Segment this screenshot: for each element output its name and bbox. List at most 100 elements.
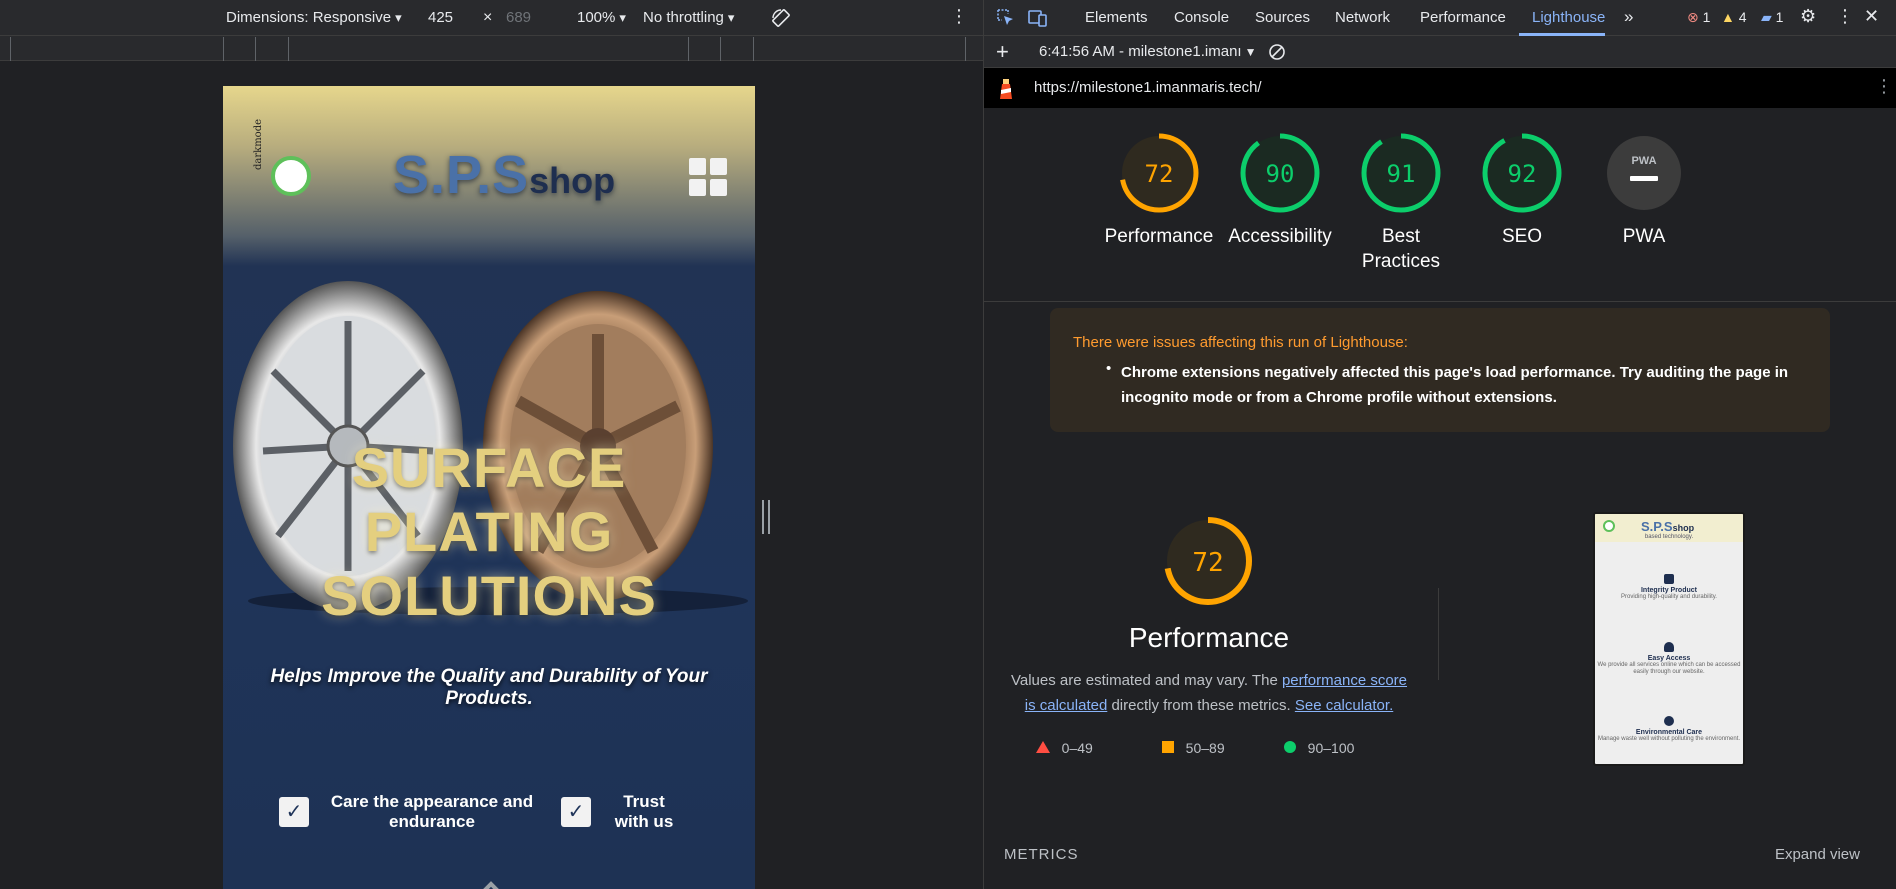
ruler-tick <box>965 37 966 61</box>
ruler-tick <box>255 37 256 61</box>
tab-sources[interactable]: Sources <box>1255 9 1310 26</box>
tab-network[interactable]: Network <box>1335 9 1390 26</box>
logo-big-text: S.P.S <box>393 145 530 205</box>
resize-handle[interactable] <box>762 500 770 534</box>
square-icon <box>1162 741 1174 753</box>
thumb-toggle <box>1603 520 1615 532</box>
darkmode-toggle[interactable] <box>271 156 311 196</box>
report-select[interactable]: 6:41:56 AM - milestone1.imanı ▼ <box>1039 43 1257 60</box>
divider <box>984 301 1896 302</box>
ruler-tick <box>720 37 721 61</box>
gauge-label: PWA <box>1622 226 1666 247</box>
device-toggle-icon[interactable] <box>1028 8 1048 28</box>
height-input[interactable]: 689 <box>506 9 531 26</box>
scroll-down-icon[interactable] <box>451 876 531 889</box>
gauge-seo[interactable]: 92 SEO <box>1462 132 1582 249</box>
divider <box>1438 588 1439 680</box>
metrics-heading: METRICS <box>1004 846 1079 863</box>
tab-console[interactable]: Console <box>1174 9 1229 26</box>
message-count: 1 <box>1775 9 1784 25</box>
emulated-website: darkmode S.P.Sshop SURFACE PLATING SOLUT… <box>223 86 755 889</box>
gauge-pwa[interactable]: PWA PWA <box>1584 132 1704 249</box>
more-options-icon[interactable]: ⋮ <box>1836 6 1854 27</box>
lighthouse-logo-icon <box>1000 79 1012 99</box>
zoom-dropdown[interactable]: 100% <box>577 9 626 26</box>
thumb-item-desc: Manage waste well without polluting the … <box>1597 736 1741 742</box>
width-input[interactable]: 425 <box>428 9 453 26</box>
performance-title: Performance <box>1128 622 1290 653</box>
legend-range: 50–89 <box>1185 740 1225 756</box>
settings-gear-icon[interactable]: ⚙ <box>1800 6 1816 27</box>
ruler-tick <box>10 37 11 61</box>
audited-url[interactable]: https://milestone1.imanmaris.tech/ <box>1034 79 1262 96</box>
message-icon: ▰ <box>1761 9 1772 25</box>
gauge-ring: 91 <box>1361 133 1441 213</box>
gauge-ring: PWA <box>1607 136 1681 210</box>
expand-view-button[interactable]: Expand view <box>1775 846 1860 863</box>
thumb-item-desc: Providing high-quality and durability. <box>1621 594 1717 600</box>
error-icon: ⊗ <box>1687 9 1699 25</box>
error-count: 1 <box>1702 9 1711 25</box>
warning-title: There were issues affecting this run of … <box>1073 334 1408 351</box>
triangle-icon <box>1036 741 1050 753</box>
thumb-logo: S.P.Sshop <box>1641 519 1694 534</box>
performance-gauge[interactable]: 72 <box>1163 516 1253 606</box>
warning-box: There were issues affecting this run of … <box>1050 308 1830 432</box>
more-tabs-icon[interactable]: » <box>1624 7 1633 27</box>
rotate-icon[interactable] <box>770 7 792 29</box>
gauge-score: 92 <box>1508 160 1537 188</box>
thumb-item-title: Integrity Product <box>1640 587 1697 594</box>
menu-grid-icon[interactable] <box>689 158 727 196</box>
thumb-item-title: Easy Access <box>1647 655 1691 662</box>
legend-fail: 0–49 <box>1036 740 1093 756</box>
performance-description: Values are estimated and may vary. The p… <box>1004 668 1414 718</box>
gauge-accessibility[interactable]: 90 Accessibility <box>1220 132 1340 249</box>
ruler-tick <box>223 37 224 61</box>
inspect-element-icon[interactable] <box>996 8 1016 28</box>
document-icon <box>1664 574 1674 584</box>
url-bar: https://milestone1.imanmaris.tech/ ⋮ <box>984 68 1896 108</box>
ruler-tick <box>288 37 289 61</box>
warning-count: 4 <box>1738 9 1747 25</box>
add-report-icon[interactable]: + <box>996 39 1009 65</box>
see-calculator-link[interactable]: See calculator. <box>1295 697 1393 714</box>
url-more-icon[interactable]: ⋮ <box>1875 76 1893 97</box>
throttling-dropdown[interactable]: No throttling <box>643 9 734 26</box>
pwa-dash-icon <box>1630 176 1658 181</box>
gauge-ring: 92 <box>1482 133 1562 213</box>
error-badge[interactable]: ⊗ 1 <box>1687 9 1710 26</box>
gauge-performance[interactable]: 72 Performance <box>1099 132 1219 249</box>
legend-pass: 90–100 <box>1284 740 1354 756</box>
legend-average: 50–89 <box>1162 740 1225 756</box>
desc-text: directly from these metrics. <box>1107 697 1295 714</box>
thumb-item: Integrity Product Providing high-quality… <box>1595 574 1743 601</box>
gauge-label: SEO <box>1501 226 1543 247</box>
report-bar: + 6:41:56 AM - milestone1.imanı ▼ <box>984 36 1896 68</box>
clear-report-icon[interactable] <box>1268 43 1286 61</box>
close-icon[interactable]: ✕ <box>1864 6 1879 27</box>
message-badge[interactable]: ▰ 1 <box>1761 9 1783 26</box>
checkmark-icon <box>1664 716 1674 726</box>
gauge-best-practices[interactable]: 91 Best Practices <box>1341 132 1461 274</box>
gauge-ring: 90 <box>1240 133 1320 213</box>
feature-label: Care the appearance and endurance <box>330 792 534 831</box>
gauge-ring: 72 <box>1119 133 1199 213</box>
tab-elements[interactable]: Elements <box>1085 9 1148 26</box>
more-options-icon[interactable]: ⋮ <box>950 6 968 27</box>
gauge-label: Performance <box>1104 226 1214 247</box>
warning-badge[interactable]: ▲ 4 <box>1721 9 1747 25</box>
tab-lighthouse[interactable]: Lighthouse <box>1532 9 1605 26</box>
logo-small-text: shop <box>529 160 616 201</box>
dimensions-dropdown[interactable]: Dimensions: Responsive <box>226 9 402 26</box>
gauge-label: Accessibility <box>1228 226 1332 247</box>
circle-icon <box>1284 741 1296 753</box>
report-time: 6:41:56 AM - milestone1.imanı <box>1039 43 1242 60</box>
tab-performance[interactable]: Performance <box>1420 9 1506 26</box>
thumb-item-desc: We provide all services online which can… <box>1597 662 1741 675</box>
feature-label: Trust with us <box>614 792 674 831</box>
thumb-tagline: based technology. <box>1644 534 1694 540</box>
media-query-ruler <box>0 37 983 61</box>
darkmode-label: darkmode <box>253 118 264 170</box>
final-screenshot-thumbnail[interactable]: S.P.Sshop based technology. Integrity Pr… <box>1593 512 1745 766</box>
site-logo[interactable]: S.P.Sshop <box>393 144 615 206</box>
